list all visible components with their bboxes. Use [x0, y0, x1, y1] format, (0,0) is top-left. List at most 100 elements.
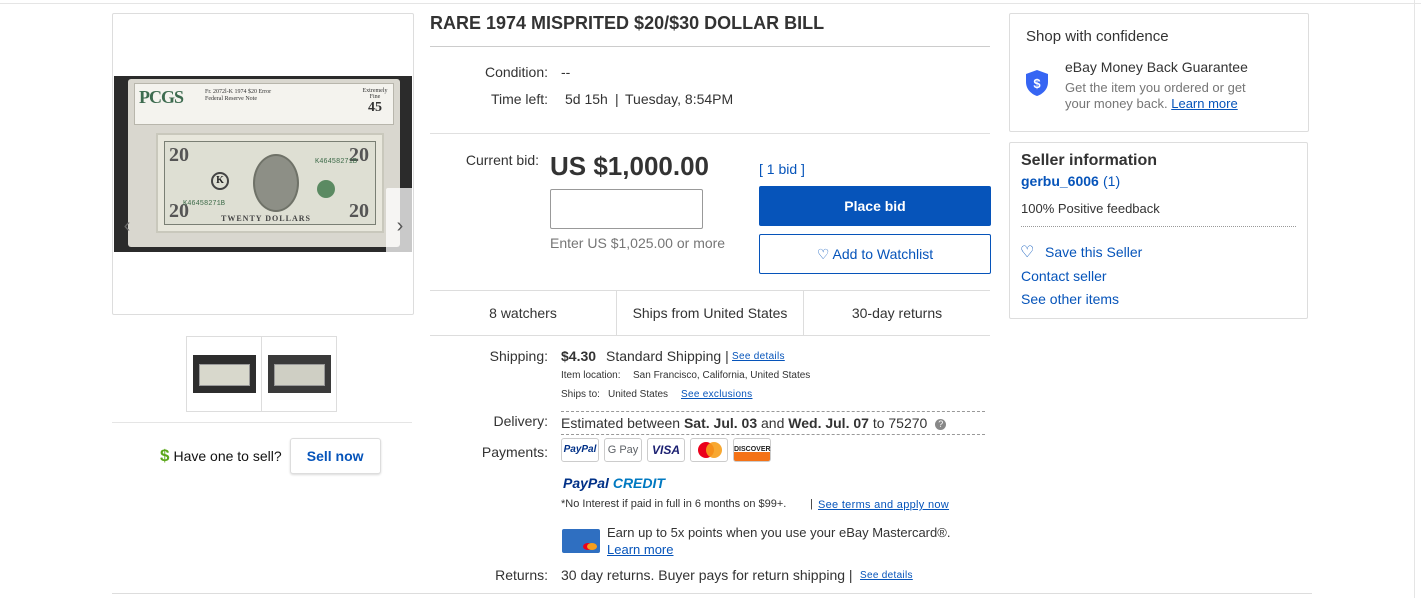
- see-other-items-link[interactable]: See other items: [1021, 291, 1119, 307]
- shipping-method: Standard Shipping |: [606, 348, 729, 364]
- time-left-sep: |: [615, 91, 619, 107]
- returns-text: 30 day returns. Buyer pays for return sh…: [561, 567, 853, 583]
- shipping-label: Shipping:: [489, 348, 548, 364]
- note-corner-top-left: 20: [169, 144, 189, 166]
- pcgs-label: PCGS Fr. 2072l-K 1974 $20 Error Federal …: [134, 83, 394, 125]
- heart-icon: ♡: [816, 245, 830, 262]
- bid-amount-input[interactable]: [550, 189, 703, 229]
- mastercard-icon: [690, 438, 728, 462]
- discover-icon: DISCOVER: [733, 438, 771, 462]
- section-divider: [430, 133, 990, 134]
- chevron-left-icon[interactable]: ‹: [115, 188, 139, 252]
- delivery-date-start: Sat. Jul. 03: [683, 415, 758, 431]
- serial-top: K46458271B: [315, 158, 358, 166]
- payment-methods: PayPal G Pay VISA DISCOVER: [561, 438, 771, 462]
- main-image-viewer[interactable]: PCGS Fr. 2072l-K 1974 $20 Error Federal …: [112, 13, 414, 315]
- mastercard-learn-more-link[interactable]: Learn more: [607, 542, 673, 557]
- thumbnail-image: [193, 355, 256, 393]
- title-divider: [430, 46, 990, 47]
- ships-to-label: Ships to:: [561, 389, 600, 400]
- listing-stats: 8 watchers Ships from United States 30-d…: [430, 290, 990, 336]
- heart-icon[interactable]: ♡: [1020, 242, 1034, 262]
- seller-feedback-score[interactable]: (1): [1103, 173, 1120, 189]
- main-item-photo[interactable]: PCGS Fr. 2072l-K 1974 $20 Error Federal …: [114, 76, 412, 252]
- delivery-zip: to 75270: [872, 415, 928, 431]
- ebay-mastercard-icon: [562, 529, 600, 553]
- sell-now-button[interactable]: Sell now: [289, 438, 381, 474]
- slab-description: Fr. 2072l-K 1974 $20 Error Federal Reser…: [205, 89, 271, 103]
- grade-word: Extremely Fine: [362, 88, 388, 100]
- delivery-estimate: Estimated between Sat. Jul. 03 and Wed. …: [561, 411, 985, 435]
- pcgs-logo: PCGS: [139, 87, 184, 107]
- confidence-heading: Shop with confidence: [1026, 28, 1169, 45]
- credit-terms-link[interactable]: See terms and apply now: [818, 499, 949, 511]
- paypal-credit-logo: PayPal CREDIT: [563, 475, 665, 491]
- pcgs-holder: PCGS Fr. 2072l-K 1974 $20 Error Federal …: [128, 79, 400, 247]
- seller-positive-feedback: 100% Positive feedback: [1021, 201, 1160, 216]
- mastercard-offer: Earn up to 5x points when you use your e…: [607, 525, 951, 540]
- contact-seller-link[interactable]: Contact seller: [1021, 268, 1107, 284]
- item-location-value: San Francisco, California, United States: [633, 370, 811, 381]
- serial-bottom: K46458271B: [183, 200, 226, 208]
- portrait-image: [253, 154, 299, 212]
- page-scroll-edge: [1414, 0, 1415, 598]
- payments-label: Payments:: [481, 444, 548, 460]
- delivery-prefix: Estimated between: [561, 415, 681, 431]
- add-to-watchlist-button[interactable]: ♡ Add to Watchlist: [759, 234, 991, 274]
- bid-hint: Enter US $1,025.00 or more: [550, 235, 726, 251]
- delivery-date-end: Wed. Jul. 07: [788, 415, 869, 431]
- bottom-divider: [112, 593, 1312, 594]
- returns-label: Returns:: [495, 567, 548, 583]
- note-corner-bottom-right: 20: [349, 200, 369, 222]
- thumbnail-2[interactable]: [262, 337, 337, 411]
- thumbnail-image: [268, 355, 331, 393]
- thumbnail-strip: [186, 336, 337, 412]
- ships-to-value: United States: [608, 389, 669, 400]
- guarantee-text-2: your money back.: [1065, 96, 1168, 111]
- top-border: [0, 0, 1421, 4]
- condition-value: --: [561, 64, 571, 80]
- bid-count-link[interactable]: [ 1 bid ]: [759, 161, 805, 177]
- grade-label: Extremely Fine 45: [357, 88, 393, 115]
- credit-separator: |: [810, 498, 813, 510]
- returns-policy-summary: 30-day returns: [803, 291, 990, 335]
- see-exclusions-link[interactable]: See exclusions: [681, 389, 752, 400]
- paypal-logo-icon: PayPal: [561, 438, 599, 462]
- watchlist-label: Add to Watchlist: [832, 245, 934, 262]
- time-left-label: Time left:: [490, 91, 548, 107]
- svg-text:$: $: [1033, 76, 1041, 91]
- paypal-credit-word-a: PayPal: [563, 475, 609, 491]
- time-left-end: Tuesday, 8:54PM: [625, 91, 734, 107]
- banknote-image: 20 20 20 20 K46458271B K46458271B K TWEN…: [156, 133, 384, 233]
- seller-name-link[interactable]: gerbu_6006: [1021, 173, 1099, 189]
- sell-prompt: Have one to sell?: [173, 448, 282, 464]
- delivery-and: and: [761, 415, 785, 431]
- chevron-right-icon[interactable]: ›: [386, 188, 412, 252]
- delivery-label: Delivery:: [493, 413, 548, 429]
- place-bid-button[interactable]: Place bid: [759, 186, 991, 226]
- note-twenty-text: TWENTY DOLLARS: [221, 214, 311, 223]
- current-bid-price: US $1,000.00: [550, 151, 710, 181]
- guarantee-title: eBay Money Back Guarantee: [1065, 59, 1248, 75]
- dollar-icon: $: [160, 446, 170, 465]
- thumbnail-1[interactable]: [187, 337, 262, 411]
- banknote-frame: 20 20 20 20 K46458271B K46458271B K TWEN…: [164, 141, 376, 225]
- save-seller-link[interactable]: Save this Seller: [1045, 244, 1142, 260]
- help-icon[interactable]: ?: [935, 419, 947, 430]
- guarantee-learn-more-link[interactable]: Learn more: [1171, 96, 1237, 111]
- left-divider: [112, 422, 412, 423]
- shield-icon: $: [1026, 70, 1048, 96]
- credit-note: *No Interest if paid in full in 6 months…: [561, 498, 787, 510]
- slab-line-2: Federal Reserve Note: [205, 96, 257, 102]
- time-left-value: 5d 15h: [565, 91, 608, 107]
- paypal-credit-word-b: CREDIT: [612, 475, 665, 491]
- google-pay-icon: G Pay: [604, 438, 642, 462]
- watchers-count: 8 watchers: [489, 305, 557, 321]
- grade-number: 45: [368, 100, 382, 115]
- returns-see-details-link[interactable]: See details: [860, 570, 913, 581]
- shipping-price: $4.30: [561, 348, 597, 364]
- treasury-seal: [317, 180, 335, 198]
- ships-from: Ships from United States: [616, 291, 803, 335]
- sell-one-row: $ Have one to sell? Sell now: [160, 438, 381, 474]
- shipping-see-details-link[interactable]: See details: [732, 351, 785, 362]
